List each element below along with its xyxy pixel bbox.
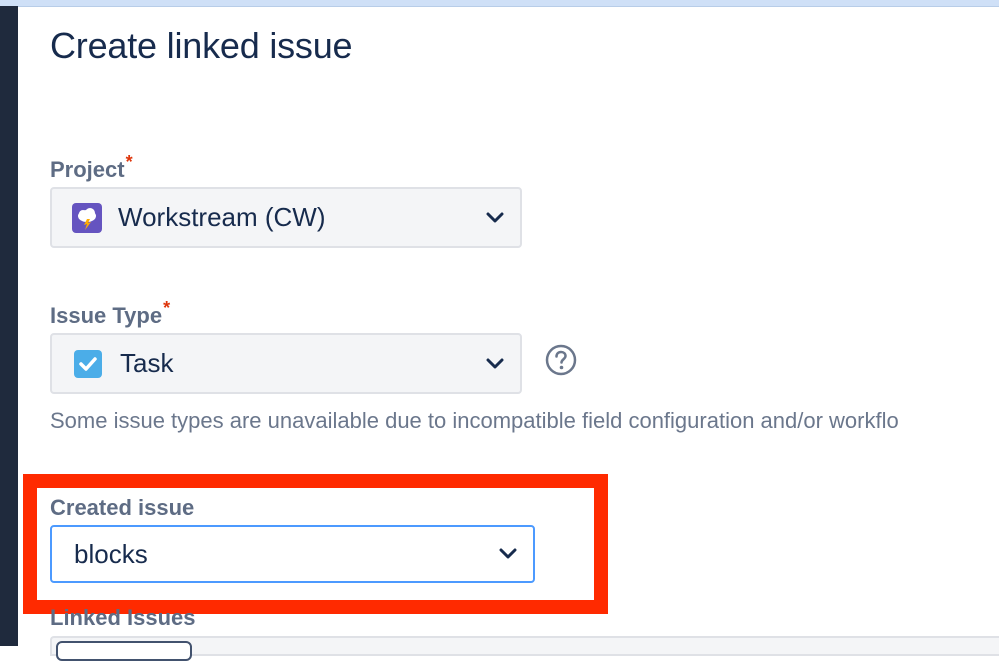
chevron-down-icon [499,548,517,559]
project-select[interactable]: Workstream (CW) [50,187,522,248]
project-value: Workstream (CW) [118,202,326,232]
dialog-title: Create linked issue [50,25,353,66]
created-issue-label: Created issue [50,495,195,520]
required-marker: * [125,152,133,172]
issue-type-select[interactable]: Task [50,333,522,394]
question-circle-icon[interactable] [545,344,577,376]
created-issue-select[interactable]: blocks [50,525,535,583]
sidebar-strip [0,6,18,646]
required-marker: * [163,298,171,318]
linked-issues-chip[interactable] [56,641,192,661]
issue-type-label: Issue Type* [50,298,170,329]
issue-type-note: Some issue types are unavailable due to … [50,408,899,433]
linked-issues-input[interactable] [50,636,999,656]
issue-type-label-text: Issue Type [50,303,163,328]
window-top-border [0,0,999,7]
created-issue-value: blocks [74,538,148,569]
chevron-down-icon [486,358,504,368]
linked-issues-label: Linked Issues [50,605,196,630]
project-label: Project* [50,152,133,183]
workstream-project-icon [72,202,102,233]
task-checkbox-icon [74,349,102,378]
project-label-text: Project [50,157,125,182]
issue-type-value: Task [120,348,174,378]
chevron-down-icon [486,212,504,222]
